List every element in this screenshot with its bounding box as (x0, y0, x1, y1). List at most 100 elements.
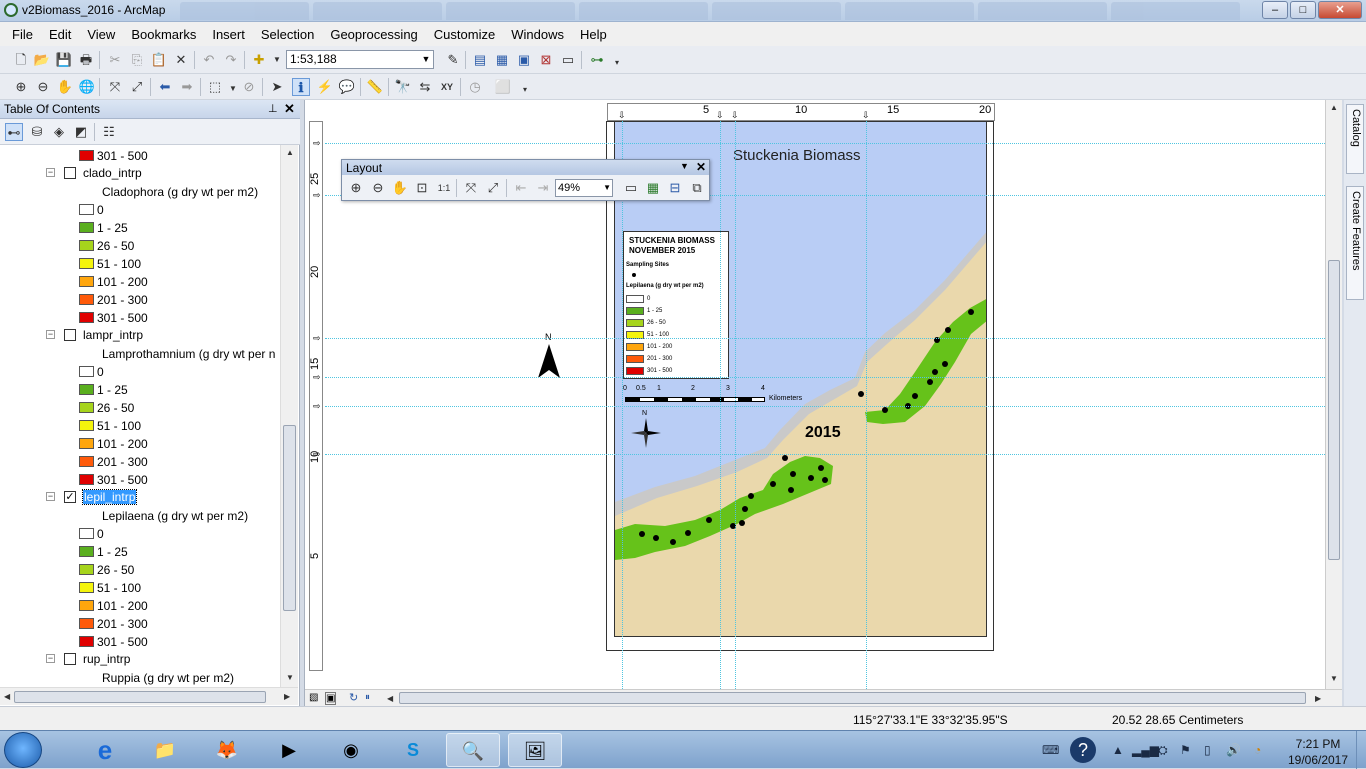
layer-row-clado-intrp[interactable]: − clado_intrp (0, 165, 280, 183)
zoom-percent-combobox[interactable]: 49% ▼ (555, 179, 613, 197)
flag-icon[interactable]: ⚑ (1180, 743, 1191, 757)
legend-class-row[interactable]: 0 (0, 201, 280, 219)
network-icon[interactable]: ⛭ (1158, 743, 1168, 758)
forward-arrow-icon[interactable]: ➡ (178, 78, 196, 96)
class-color-swatch[interactable] (79, 384, 94, 395)
layout-toolbar[interactable]: Layout ▼ ✕ ⊕ ⊖ ✋ ⊡ 1:1 ⤧ ⤢ ⇤ ⇥ 49% ▼ ▭ ▦… (341, 159, 710, 201)
battery-icon[interactable]: ▯ (1204, 743, 1211, 757)
toc-horizontal-scrollbar[interactable]: ◀ ▶ (0, 687, 298, 705)
search-window-icon[interactable]: ▣ (515, 51, 533, 69)
add-data-dropdown-icon[interactable]: ▼ (268, 51, 286, 69)
layer-visibility-checkbox[interactable] (64, 167, 76, 179)
paste-icon[interactable]: 📋 (150, 51, 168, 69)
find-binoculars-icon[interactable]: 🔭 (394, 78, 412, 96)
clock[interactable]: 7:21 PM 19/06/2017 (1282, 734, 1354, 768)
viewer-window-icon[interactable]: ⬜ (494, 78, 512, 96)
map-scale-combobox[interactable]: 1:53,188 ▼ (286, 50, 434, 69)
fixed-zoom-out-icon[interactable]: ⤢ (128, 78, 146, 96)
chevron-down-icon[interactable]: ▼ (419, 51, 433, 68)
show-hidden-icons-icon[interactable]: ▲ (1112, 743, 1124, 757)
menu-geoprocessing[interactable]: Geoprocessing (322, 27, 425, 42)
data-driven-pages-icon[interactable]: ⧉ (688, 179, 706, 197)
signal-icon[interactable]: ▂▄▆ (1132, 743, 1159, 757)
class-color-swatch[interactable] (79, 618, 94, 629)
legend-class-row[interactable]: 0 (0, 525, 280, 543)
class-color-swatch[interactable] (79, 276, 94, 287)
class-color-swatch[interactable] (79, 546, 94, 557)
chevron-down-icon[interactable]: ▼ (680, 161, 689, 171)
refresh-icon[interactable]: ↻ (349, 691, 358, 704)
guide-marker-icon[interactable]: ⇨ (313, 372, 321, 383)
guide-marker-icon[interactable]: ⇩ (618, 110, 626, 121)
legend-class-row[interactable]: 301 - 500 (0, 471, 280, 489)
legend-class-row[interactable]: 301 - 500 (0, 633, 280, 651)
legend-class-row[interactable]: 101 - 200 (0, 435, 280, 453)
zoom-whole-page-icon[interactable]: ⊡ (413, 179, 431, 197)
fixed-zoom-in-icon[interactable]: ⤧ (462, 179, 480, 197)
legend-class-row[interactable]: 51 - 100 (0, 417, 280, 435)
collapse-icon[interactable]: − (46, 492, 55, 501)
toc-vertical-scroll-thumb[interactable] (283, 425, 296, 611)
legend-class-row[interactable]: 301 - 500 (0, 147, 280, 165)
arcmap-taskbar-icon[interactable]: 🔍 (446, 733, 500, 767)
guide-marker-icon[interactable]: ⇨ (313, 138, 321, 149)
legend-class-row[interactable]: 101 - 200 (0, 597, 280, 615)
print-icon[interactable]: 🖶 (77, 51, 95, 69)
legend-class-row[interactable]: 201 - 300 (0, 615, 280, 633)
menu-view[interactable]: View (79, 27, 123, 42)
class-color-swatch[interactable] (79, 456, 94, 467)
menu-windows[interactable]: Windows (503, 27, 572, 42)
save-icon[interactable]: 💾 (55, 51, 73, 69)
layout-view-icon[interactable]: ▣ (325, 692, 337, 705)
list-by-source-icon[interactable]: ⛁ (28, 123, 46, 141)
previous-extent-icon[interactable]: ⇤ (512, 179, 530, 197)
chrome-icon[interactable]: ◉ (324, 733, 378, 767)
class-color-swatch[interactable] (79, 438, 94, 449)
minimize-button[interactable]: – (1262, 1, 1288, 19)
class-color-swatch[interactable] (79, 402, 94, 413)
pan-hand-icon[interactable]: ✋ (56, 78, 74, 96)
menu-file[interactable]: File (4, 27, 41, 42)
class-color-swatch[interactable] (79, 240, 94, 251)
start-button[interactable] (4, 732, 42, 768)
zoom-in-icon[interactable]: ⊕ (12, 78, 30, 96)
volume-icon[interactable]: 🔊 (1226, 743, 1241, 757)
legend-class-row[interactable]: 201 - 300 (0, 291, 280, 309)
measure-icon[interactable]: 💬 (338, 78, 356, 96)
layout-toolbar-header[interactable]: Layout ▼ ✕ (342, 160, 709, 175)
guide-marker-icon[interactable]: ⇩ (731, 110, 739, 121)
layer-name[interactable]: clado_intrp (83, 166, 142, 180)
layer-name[interactable]: rup_intrp (83, 652, 130, 666)
map-legend[interactable]: STUCKENIA BIOMASS NOVEMBER 2015 Sampling … (623, 231, 729, 379)
toggle-draft-mode-icon[interactable]: ▭ (622, 179, 640, 197)
undo-icon[interactable]: ↶ (200, 51, 218, 69)
north-arrow[interactable]: N (536, 332, 562, 380)
layer-visibility-checkbox[interactable] (64, 329, 76, 341)
layout-horizontal-scroll-thumb[interactable] (399, 692, 1306, 704)
list-by-drawing-order-icon[interactable]: ⊷ (5, 123, 23, 141)
table-of-contents-icon[interactable]: ▤ (471, 51, 489, 69)
class-color-swatch[interactable] (79, 222, 94, 233)
menu-edit[interactable]: Edit (41, 27, 79, 42)
show-desktop-button[interactable] (1356, 731, 1366, 769)
python-window-icon[interactable]: ▭ (559, 51, 577, 69)
layout-horizontal-scrollbar[interactable]: ▧ ▣ ↻ ⏸ ◀ ▶ (305, 689, 1342, 706)
time-slider-icon[interactable]: ◷ (466, 78, 484, 96)
file-explorer-icon[interactable]: 📁 (138, 733, 192, 767)
north-arrow-small[interactable]: N (629, 410, 663, 448)
pin-icon[interactable]: ⊥ (268, 102, 278, 115)
delete-icon[interactable]: ✕ (172, 51, 190, 69)
legend-class-row[interactable]: 0 (0, 363, 280, 381)
guide-marker-icon[interactable]: ⇩ (862, 110, 870, 121)
measure-ruler-icon[interactable]: 📏 (366, 78, 384, 96)
toolbar-options-icon[interactable]: ▾ (608, 54, 626, 72)
menu-selection[interactable]: Selection (253, 27, 322, 42)
guide-marker-icon[interactable]: ⇨ (313, 333, 321, 344)
toc-horizontal-scroll-thumb[interactable] (14, 691, 266, 703)
copy-icon[interactable]: ⎘ (128, 51, 146, 69)
layer-row-rup-intrp[interactable]: − rup_intrp (0, 651, 280, 669)
guide-marker-icon[interactable]: ⇨ (313, 190, 321, 201)
photo-viewer-icon[interactable]: 🖼 (508, 733, 562, 767)
class-color-swatch[interactable] (79, 258, 94, 269)
menu-bookmarks[interactable]: Bookmarks (123, 27, 204, 42)
